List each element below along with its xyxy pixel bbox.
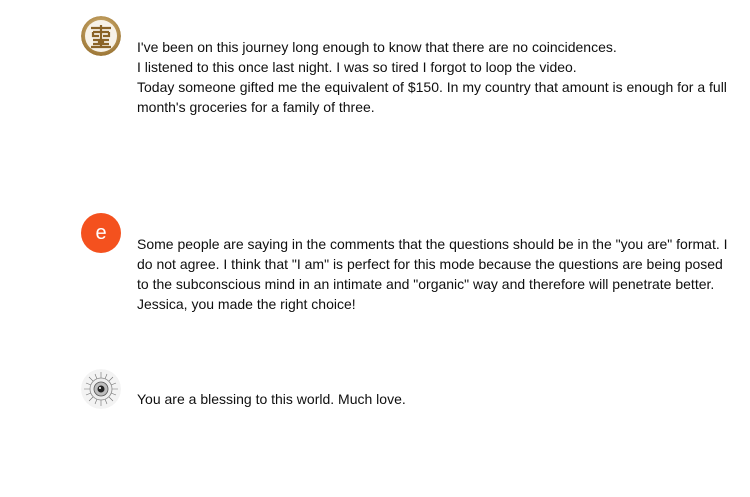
commenter-avatar[interactable]: e — [81, 213, 121, 253]
comment-line: do not agree. I think that "I am" is per… — [137, 256, 723, 272]
commenter-avatar[interactable] — [81, 16, 121, 56]
comment-text: You are a blessing to this world. Much l… — [137, 389, 737, 409]
comment-line: You are a blessing to this world. Much l… — [137, 391, 406, 407]
commenter-avatar[interactable] — [81, 369, 121, 409]
avatar-letter: e — [95, 222, 107, 244]
comment-line: I've been on this journey long enough to… — [137, 39, 617, 55]
gold-shou-symbol-icon — [81, 16, 121, 56]
comment-line: to the subconscious mind in an intimate … — [137, 276, 715, 292]
comment-line: Some people are saying in the comments t… — [137, 236, 728, 252]
comment-line: Jessica, you made the right choice! — [137, 296, 356, 312]
comment-line: month's groceries for a family of three. — [137, 99, 375, 115]
comment-line: I listened to this once last night. I wa… — [137, 59, 577, 75]
comment-text: Some people are saying in the comments t… — [137, 234, 737, 314]
comment-line: Today someone gifted me the equivalent o… — [137, 79, 727, 95]
sketch-eye-icon — [81, 369, 121, 409]
comment-text: I've been on this journey long enough to… — [137, 37, 737, 117]
